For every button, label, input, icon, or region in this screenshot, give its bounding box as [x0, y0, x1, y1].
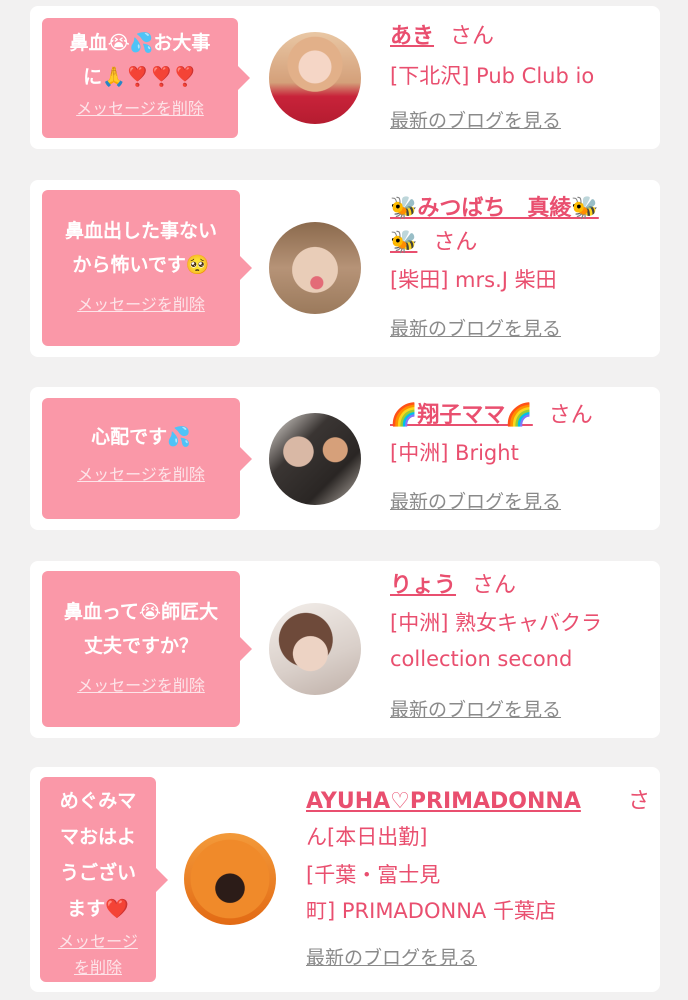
sender-info: あき さん [下北沢] Pub Club io: [390, 20, 650, 94]
sender-info: 🐝みつばち 真綾🐝 🐝 さん [柴田] mrs.J 柴田: [390, 192, 650, 298]
avatar[interactable]: [269, 32, 361, 124]
message-card: 心配です💦 メッセージを削除 🌈翔子ママ🌈 さん [中洲] Bright 最新のブ…: [30, 387, 660, 530]
shop-name: 町] PRIMADONNA 千葉店: [306, 899, 556, 923]
avatar[interactable]: [184, 833, 276, 925]
message-text: 丈夫ですか？: [83, 635, 198, 657]
honorific: さん: [450, 24, 495, 49]
sender-info: AYUHA♡PRIMADONNA さ ん[本日出勤] [千葉・富士見 町] PRI…: [306, 785, 650, 929]
sender-name-link[interactable]: 🐝みつばち 真綾🐝: [390, 196, 599, 221]
message-text: 鼻血出した事ない: [64, 220, 217, 242]
honorific: さん: [472, 573, 517, 598]
sender-name-link[interactable]: りょう: [390, 573, 456, 598]
honorific: さん: [433, 230, 478, 255]
avatar[interactable]: [269, 603, 361, 695]
message-text: マおはよ: [59, 826, 136, 848]
message-bubble: 鼻血出した事ない から怖いです🥺 メッセージを削除: [42, 190, 252, 346]
delete-label-line: を削除: [73, 958, 122, 977]
message-text: うござい: [59, 862, 136, 884]
message-card: めぐみマ マおはよ うござい ます❤️ メッセージ を削除 AYUHA♡PRIM…: [30, 767, 660, 992]
shop-name: [中洲] 熟女キャバクラ: [390, 611, 603, 635]
message-text: ます❤️: [67, 898, 129, 920]
message-text: 心配です💦: [91, 426, 191, 448]
message-card: 鼻血😭💦お大事 に🙏❣️❣️❣️ メッセージを削除 あき さん [下北沢] Pub…: [30, 6, 660, 149]
message-bubble: 鼻血って😭師匠大 丈夫ですか？ メッセージを削除: [42, 571, 252, 727]
sender-name-link[interactable]: あき: [390, 24, 434, 49]
delete-message-link[interactable]: メッセージを削除: [77, 675, 205, 697]
honorific: さん: [548, 403, 593, 428]
avatar[interactable]: [269, 222, 361, 314]
shop-name: [下北沢] Pub Club io: [390, 64, 595, 88]
message-bubble: 鼻血😭💦お大事 に🙏❣️❣️❣️ メッセージを削除: [42, 18, 250, 138]
latest-blog-link[interactable]: 最新のブログを見る: [306, 945, 477, 971]
message-text: 鼻血😭💦お大事: [69, 32, 211, 54]
message-bubble: 心配です💦 メッセージを削除: [42, 398, 252, 519]
sender-name-link[interactable]: AYUHA♡PRIMADONNA: [306, 789, 581, 814]
shop-name: [千葉・富士見: [306, 863, 441, 887]
avatar[interactable]: [269, 413, 361, 505]
delete-label-line: メッセージ: [58, 932, 138, 951]
latest-blog-link[interactable]: 最新のブログを見る: [390, 316, 561, 342]
delete-message-link[interactable]: メッセージを削除: [77, 294, 205, 316]
sender-name-link[interactable]: 🌈翔子ママ🌈: [390, 403, 533, 428]
message-bubble: めぐみマ マおはよ うござい ます❤️ メッセージ を削除: [40, 777, 168, 982]
message-text: に🙏❣️❣️❣️: [83, 66, 197, 88]
message-text: から怖いです🥺: [72, 254, 210, 276]
shop-name: [柴田] mrs.J 柴田: [390, 268, 557, 292]
delete-message-link[interactable]: メッセージを削除: [77, 464, 205, 486]
message-text: めぐみマ: [59, 790, 137, 812]
delete-message-link[interactable]: メッセージを削除: [76, 98, 204, 120]
message-card: 鼻血って😭師匠大 丈夫ですか？ メッセージを削除 りょう さん [中洲] 熟女キャ…: [30, 561, 660, 738]
work-status: [本日出勤]: [327, 825, 428, 849]
latest-blog-link[interactable]: 最新のブログを見る: [390, 108, 561, 134]
latest-blog-link[interactable]: 最新のブログを見る: [390, 697, 561, 723]
sender-info: りょう さん [中洲] 熟女キャバクラ collection second: [390, 569, 652, 677]
shop-line: ん[本日出勤]: [306, 819, 650, 855]
message-card: 鼻血出した事ない から怖いです🥺 メッセージを削除 🐝みつばち 真綾🐝 🐝 さん …: [30, 180, 660, 357]
shop-name: collection second: [390, 647, 573, 671]
sender-info: 🌈翔子ママ🌈 さん [中洲] Bright: [390, 399, 650, 471]
honorific: さ: [627, 789, 650, 814]
honorific: ん: [306, 825, 327, 849]
delete-message-link[interactable]: メッセージ を削除: [58, 929, 138, 981]
sender-name-link[interactable]: 🐝: [390, 230, 417, 255]
shop-name: [中洲] Bright: [390, 441, 519, 465]
message-list: 鼻血😭💦お大事 に🙏❣️❣️❣️ メッセージを削除 あき さん [下北沢] Pub…: [0, 0, 688, 1000]
message-text: 鼻血って😭師匠大: [63, 601, 219, 623]
latest-blog-link[interactable]: 最新のブログを見る: [390, 489, 561, 515]
